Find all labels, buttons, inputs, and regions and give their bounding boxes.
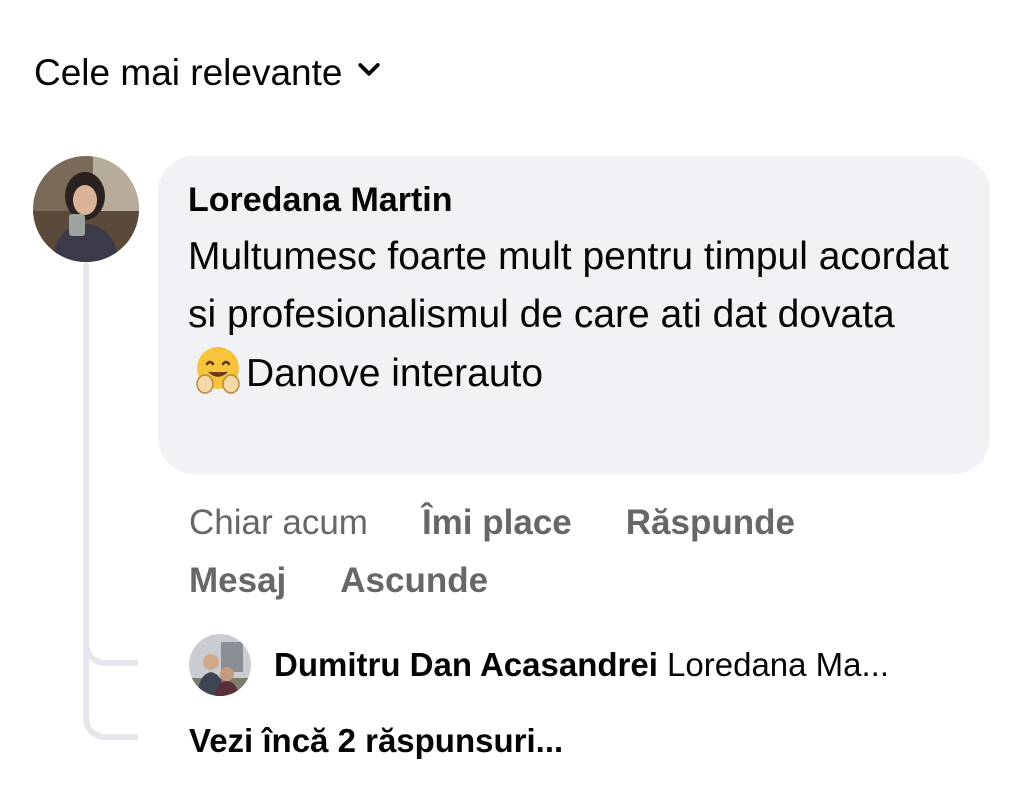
hugging-face-icon (192, 344, 244, 396)
message-button[interactable]: Mesaj (189, 561, 286, 601)
reply-button[interactable]: Răspunde (626, 503, 795, 543)
thread-connector (83, 638, 138, 666)
sort-label: Cele mai relevante (34, 52, 343, 93)
reply-text: Loredana Ma... (667, 646, 890, 683)
thread-connector (83, 712, 138, 740)
view-more-replies-link[interactable]: Vezi încă 2 răspunsuri... (189, 722, 563, 760)
avatar[interactable] (33, 156, 139, 262)
avatar[interactable] (189, 634, 251, 696)
comment-text-part: Danove interauto (246, 352, 544, 395)
like-button[interactable]: Îmi place (422, 503, 572, 543)
comment-author[interactable]: Loredana Martin (188, 180, 960, 220)
reply-author[interactable]: Dumitru Dan Acasandrei (274, 646, 658, 683)
comment-text-part: Multumesc foarte mult pentru timpul acor… (188, 235, 949, 336)
comment-actions: Chiar acum Îmi place Răspunde Mesaj Ascu… (189, 494, 795, 610)
comment-timestamp[interactable]: Chiar acum (189, 503, 368, 543)
comment-bubble: Loredana Martin Multumesc foarte mult pe… (158, 156, 990, 474)
sort-dropdown[interactable]: Cele mai relevante (34, 52, 384, 94)
comment-text: Multumesc foarte mult pentru timpul acor… (188, 228, 960, 403)
chevron-down-icon (354, 52, 384, 94)
reply-preview[interactable]: Dumitru Dan Acasandrei Loredana Ma... (274, 643, 994, 687)
hide-button[interactable]: Ascunde (340, 561, 488, 601)
